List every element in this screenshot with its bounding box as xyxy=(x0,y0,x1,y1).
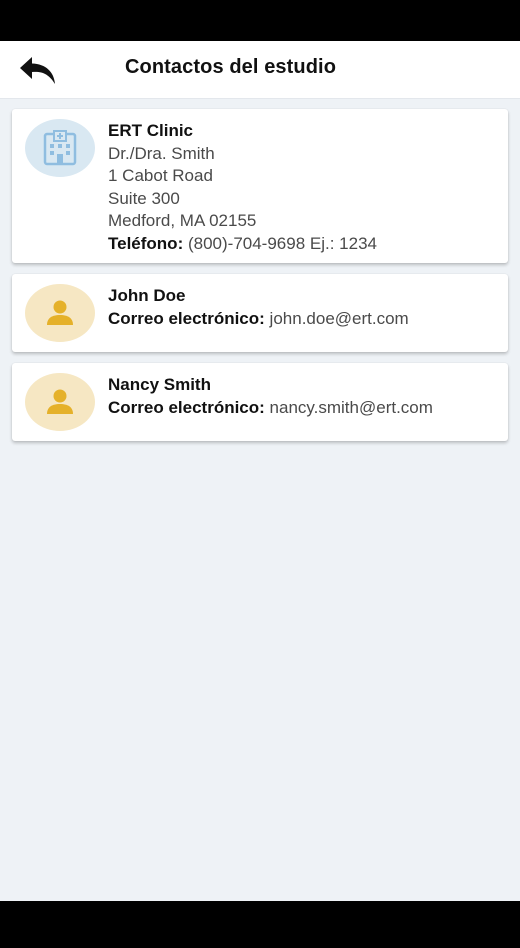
person-avatar xyxy=(25,284,95,342)
contact-info: Nancy Smith Correo electrónico: nancy.sm… xyxy=(108,374,500,419)
back-button[interactable] xyxy=(14,51,62,89)
system-nav-bar xyxy=(0,901,520,948)
doctor-name: Dr./Dra. Smith xyxy=(108,143,215,163)
address-line-2: Suite 300 xyxy=(108,188,180,208)
email-label: Correo electrónico: xyxy=(108,308,265,328)
email-label: Correo electrónico: xyxy=(108,397,265,417)
contact-name: John Doe xyxy=(108,286,186,305)
contact-name: Nancy Smith xyxy=(108,375,211,394)
clinic-info: ERT Clinic Dr./Dra. Smith 1 Cabot Road S… xyxy=(108,120,500,256)
hospital-icon xyxy=(43,130,77,166)
contact-name: ERT Clinic xyxy=(108,121,194,140)
contact-card-nancy-smith[interactable]: Nancy Smith Correo electrónico: nancy.sm… xyxy=(12,363,508,441)
contact-info: John Doe Correo electrónico: john.doe@er… xyxy=(108,285,500,330)
page-title: Contactos del estudio xyxy=(125,56,337,78)
address-city: Medford, MA 02155 xyxy=(108,211,257,231)
contact-card-clinic[interactable]: ERT Clinic Dr./Dra. Smith 1 Cabot Road S… xyxy=(12,109,508,263)
phone-label: Teléfono: xyxy=(108,233,184,253)
phone-value[interactable]: (800)-704-9698 Ej.: 1234 xyxy=(188,234,377,253)
address-line-1: 1 Cabot Road xyxy=(108,166,213,186)
contacts-list: ERT Clinic Dr./Dra. Smith 1 Cabot Road S… xyxy=(0,99,520,901)
app-header: Contactos del estudio xyxy=(0,41,520,99)
contact-card-john-doe[interactable]: John Doe Correo electrónico: john.doe@er… xyxy=(12,274,508,352)
email-row: Correo electrónico: nancy.smith@ert.com xyxy=(108,397,500,420)
person-icon xyxy=(47,389,73,414)
clinic-avatar xyxy=(25,119,95,177)
person-icon xyxy=(47,300,73,325)
person-avatar xyxy=(25,373,95,431)
email-value[interactable]: nancy.smith@ert.com xyxy=(270,398,433,417)
email-value[interactable]: john.doe@ert.com xyxy=(270,309,409,328)
status-bar xyxy=(0,0,520,41)
email-row: Correo electrónico: john.doe@ert.com xyxy=(108,308,500,331)
back-arrow-icon xyxy=(20,57,55,84)
phone-row: Teléfono: (800)-704-9698 Ej.: 1234 xyxy=(108,233,500,256)
